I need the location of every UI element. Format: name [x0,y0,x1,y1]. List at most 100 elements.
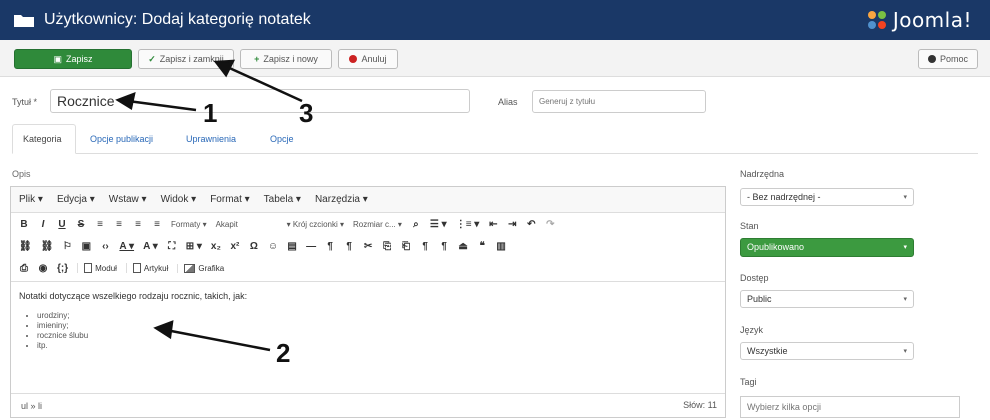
visualblocks-icon[interactable]: ¶ [439,241,449,252]
access-select[interactable]: Public ▾ [740,290,914,308]
list-item: imieniny; [37,321,247,331]
menu-view[interactable]: Widok ▾ [161,194,197,205]
tags-input[interactable] [740,396,960,418]
tab-options[interactable]: Opcje [260,124,304,154]
copy-icon[interactable]: ⎘ [382,241,392,252]
title-label: Tytuł * [12,97,38,107]
tab-bar: Kategoria Opcje publikacji Uprawnienia O… [12,124,978,154]
bold-icon[interactable]: B [19,219,29,230]
unlink-icon[interactable]: ⛓ [41,241,54,252]
parent-select[interactable]: - Bez nadrzędnej - ▾ [740,188,914,206]
menu-format[interactable]: Format ▾ [210,194,249,205]
editor-menubar: Plik ▾ Edycja ▾ Wstaw ▾ Widok ▾ Format ▾… [11,187,725,213]
cancel-button[interactable]: Anuluj [338,49,398,69]
bg-color-icon[interactable]: A ▾ [143,241,158,252]
blockquote-icon[interactable]: ❝ [477,241,487,252]
ltr-icon[interactable]: ¶ [325,241,335,252]
app-header: Użytkownicy: Dodaj kategorię notatek Joo… [0,0,990,40]
insert-image-button[interactable]: Grafika [177,263,224,273]
tab-category[interactable]: Kategoria [12,124,76,154]
image-icon[interactable]: ▣ [81,241,91,252]
special-char-icon[interactable]: Ω [249,241,259,252]
fullscreen-icon[interactable]: ⛶ [167,241,177,252]
list-item: urodziny; [37,311,247,321]
link-icon[interactable]: ⛓ [19,241,32,252]
save-new-button[interactable]: + Zapisz i nowy [240,49,332,69]
underline-icon[interactable]: U [57,219,67,230]
language-select[interactable]: Wszystkie ▾ [740,342,914,360]
help-button[interactable]: Pomoc [918,49,978,69]
alias-input[interactable] [532,90,706,113]
editor-content[interactable]: Notatki dotyczące wszelkiego rodzaju roc… [19,291,247,351]
cut-icon[interactable]: ✂ [363,241,373,252]
annotation-number-3: 3 [299,98,314,128]
numbered-list-icon[interactable]: ⋮≡ ▾ [456,219,480,230]
folder-icon [14,13,34,27]
align-right-icon[interactable]: ≡ [133,219,143,230]
access-label: Dostęp [740,273,769,283]
subscript-icon[interactable]: x₂ [211,241,221,252]
status-select[interactable]: Opublikowano ▾ [740,238,914,257]
superscript-icon[interactable]: x² [230,241,240,252]
print-icon[interactable]: ⎙ [19,263,29,274]
alias-label: Alias [498,97,518,107]
menu-insert[interactable]: Wstaw ▾ [109,194,147,205]
paragraph-select[interactable]: Akapit [216,220,278,229]
undo-icon[interactable]: ↶ [526,219,536,230]
align-justify-icon[interactable]: ≡ [152,219,162,230]
strikethrough-icon[interactable]: S [76,219,86,230]
table-icon[interactable]: ⊞ ▾ [186,241,202,252]
editor-toolbar-row-1: B I U S ≡ ≡ ≡ ≡ Formaty ▾ Akapit ▾ Krój … [11,213,725,235]
title-input[interactable] [50,89,470,113]
align-center-icon[interactable]: ≡ [114,219,124,230]
insert-module-button[interactable]: Moduł [77,263,117,273]
description-editor: Plik ▾ Edycja ▾ Wstaw ▾ Widok ▾ Format ▾… [10,186,726,418]
save-close-button[interactable]: ✓ Zapisz i zamknij [138,49,234,69]
editor-statusbar: ul » li Słów: 11 [11,393,725,417]
chevron-down-icon: ▾ [903,244,907,251]
rtl-icon[interactable]: ¶ [344,241,354,252]
align-left-icon[interactable]: ≡ [95,219,105,230]
visualchars-icon[interactable]: ¶ [420,241,430,252]
media-icon[interactable]: ▤ [287,241,297,252]
joomla-logo: Joomla! [866,8,972,32]
joomla-mark-icon [866,9,888,31]
template-icon[interactable]: ⏏ [458,241,468,252]
tab-publishing[interactable]: Opcje publikacji [80,124,163,154]
help-icon [927,55,936,63]
page-title: Użytkownicy: Dodaj kategorię notatek [44,11,311,28]
insert-article-button[interactable]: Artykuł [125,263,168,273]
menu-file[interactable]: Plik ▾ [19,194,43,205]
parent-label: Nadrzędna [740,169,785,179]
cancel-icon [349,55,358,63]
outdent-icon[interactable]: ⇤ [488,219,498,230]
emoticon-icon[interactable]: ☺ [268,241,278,252]
binoculars-icon[interactable]: ⌕ [411,219,421,230]
paste-icon[interactable]: ⎗ [401,241,411,252]
code-icon[interactable]: ‹› [100,241,110,252]
menu-table[interactable]: Tabela ▾ [264,194,301,205]
hr-icon[interactable]: — [306,241,316,252]
indent-icon[interactable]: ⇥ [507,219,517,230]
status-label: Stan [740,221,759,231]
preview-icon[interactable]: ◉ [38,263,48,274]
document-icon [84,263,93,273]
chevron-down-icon: ▾ [903,296,907,303]
font-select[interactable]: ▾ Krój czcionki ▾ [287,220,344,229]
source-code-icon[interactable]: {;} [57,263,68,274]
menu-tools[interactable]: Narzędzia ▾ [315,194,368,205]
menu-edit[interactable]: Edycja ▾ [57,194,95,205]
description-label: Opis [12,169,31,179]
italic-icon[interactable]: I [38,219,48,230]
pagebreak-icon[interactable]: ▥ [496,241,506,252]
font-size-select[interactable]: Rozmiar c... ▾ [353,220,402,229]
formats-select[interactable]: Formaty ▾ [171,220,207,229]
content-intro: Notatki dotyczące wszelkiego rodzaju roc… [19,291,248,301]
text-color-icon[interactable]: A ▾ [119,241,134,252]
save-button[interactable]: ▣ Zapisz [14,49,132,69]
anchor-icon[interactable]: ⚐ [62,241,72,252]
bullet-list-icon[interactable]: ☰ ▾ [430,219,447,230]
chevron-down-icon: ▾ [903,194,907,201]
redo-icon[interactable]: ↷ [545,219,555,230]
content-list: urodziny; imieniny; rocznice ślubu itp. [37,311,247,351]
